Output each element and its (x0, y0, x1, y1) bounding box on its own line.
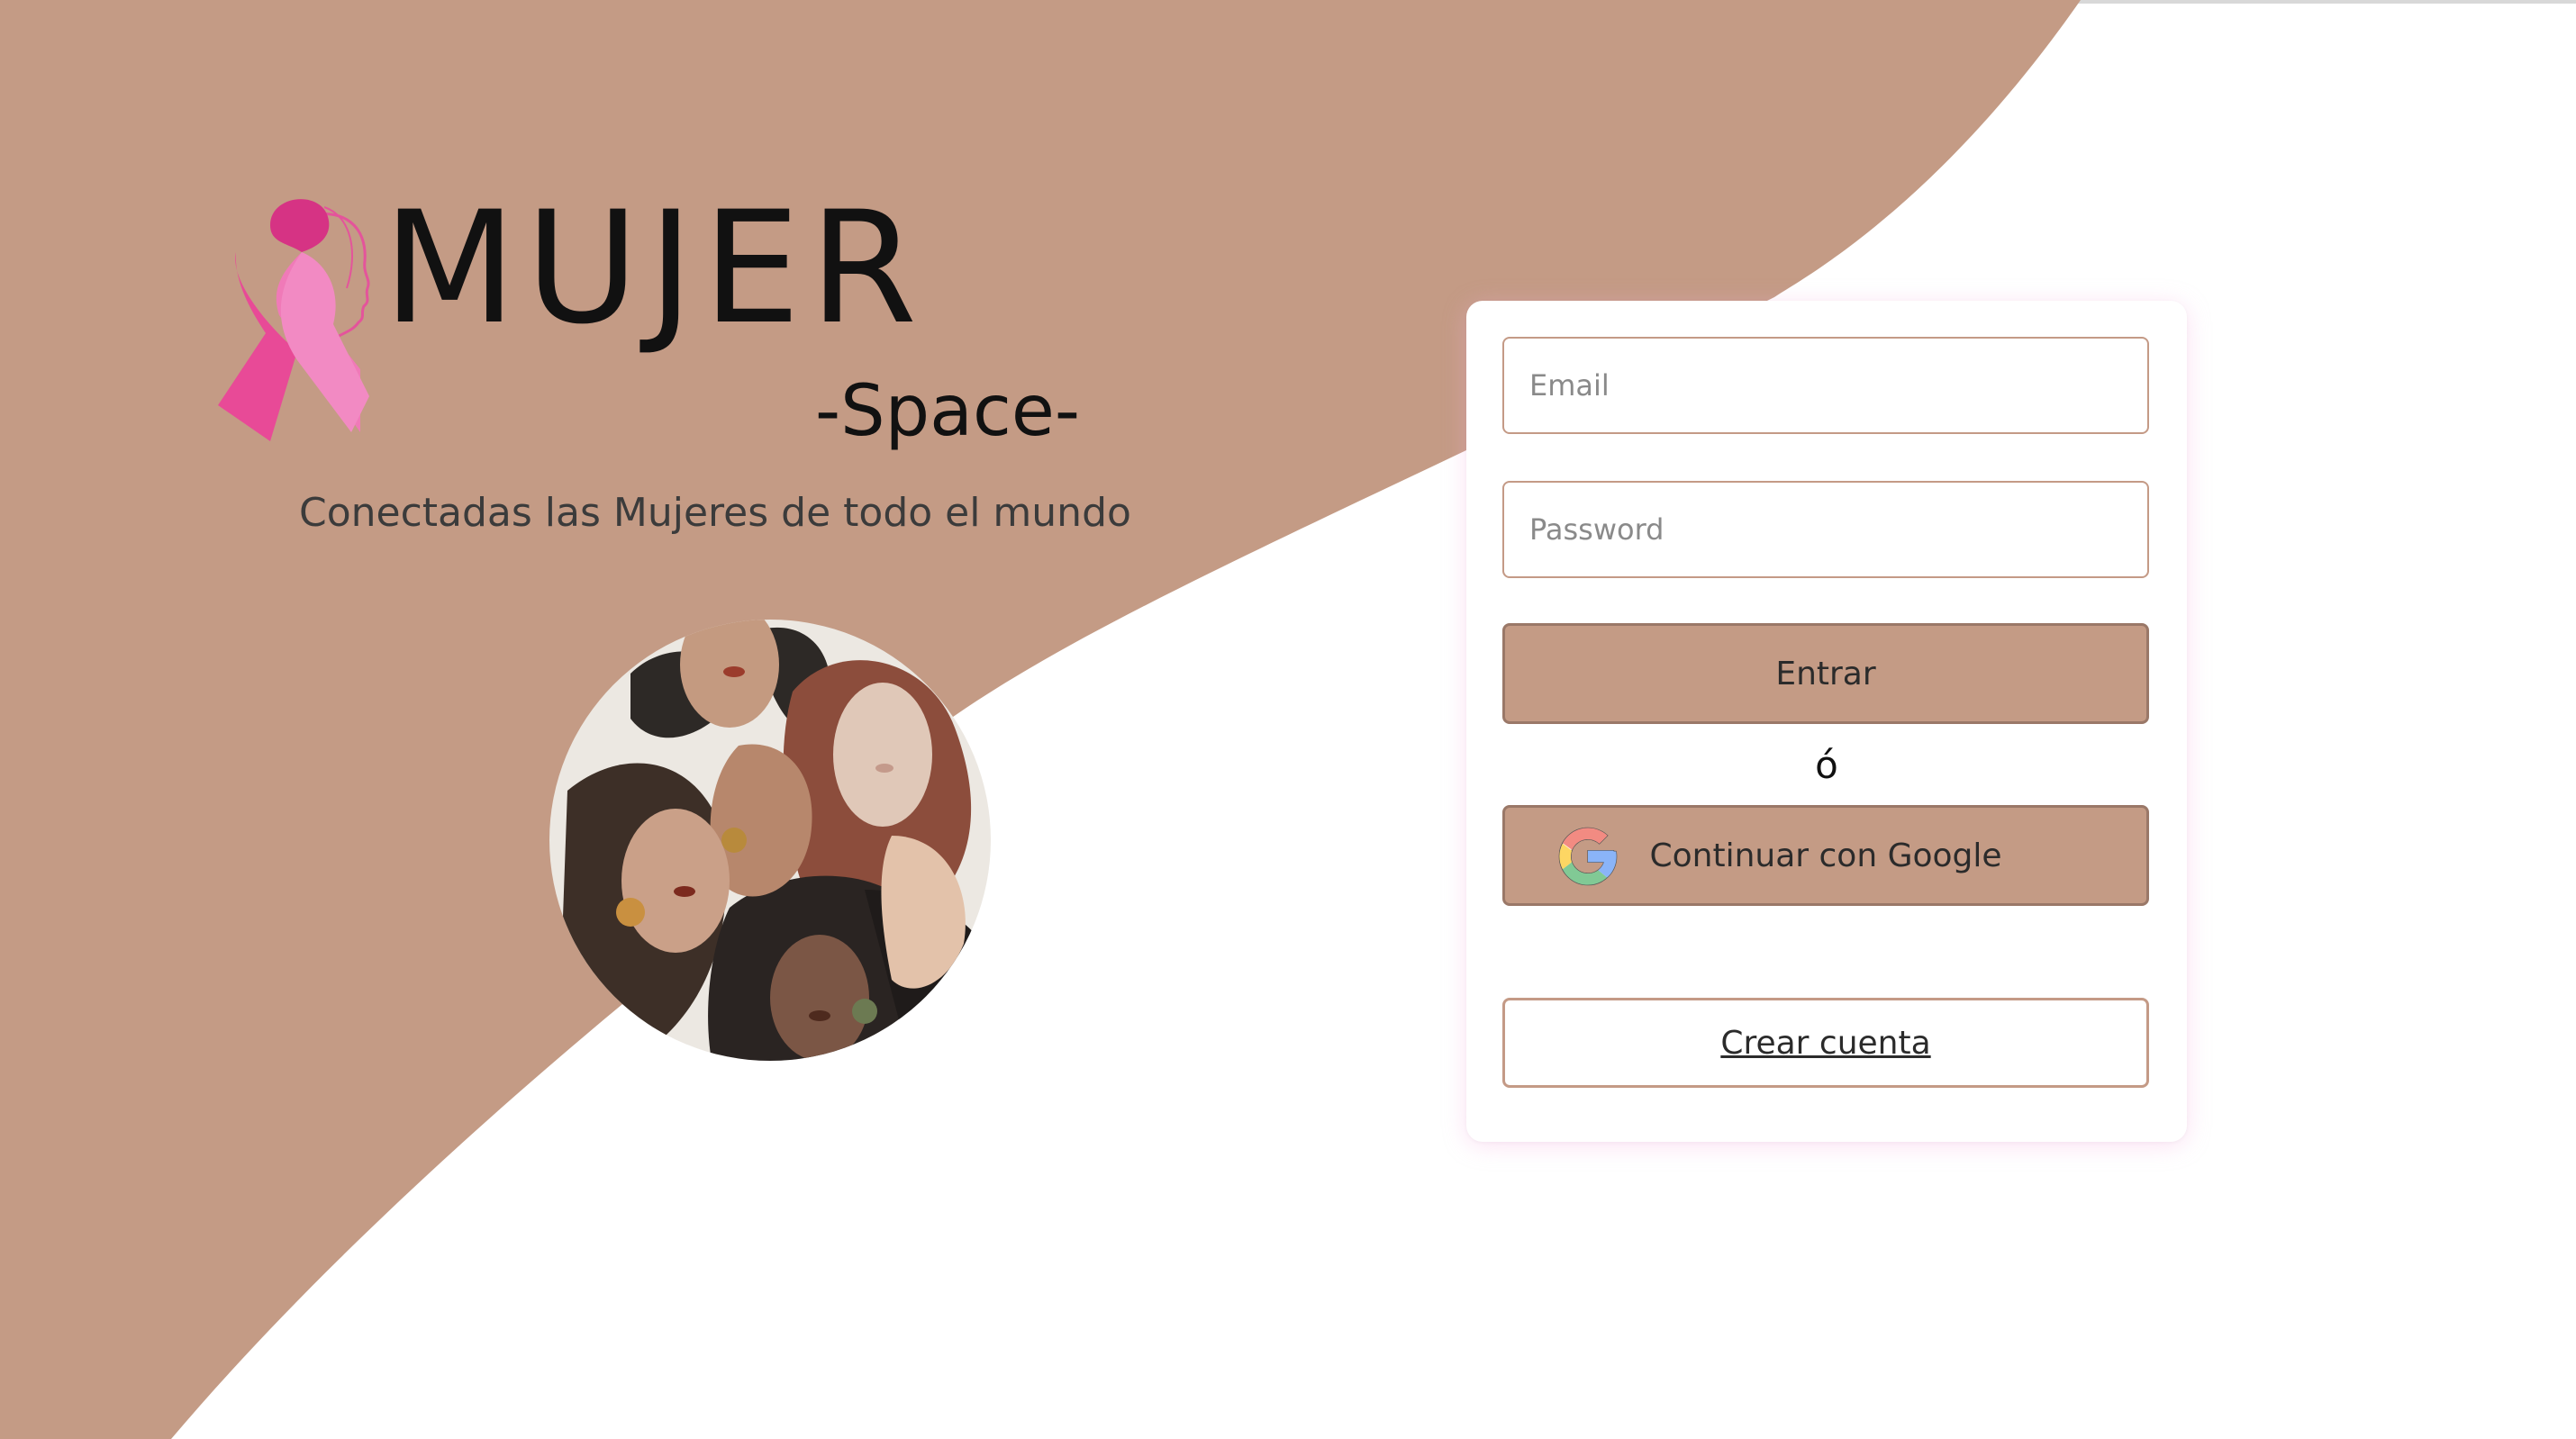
brand-title: MUJER (383, 177, 927, 358)
login-page: MUJER -Space- Conectadas las Mujeres de … (0, 0, 2576, 1439)
brand-logo: MUJER -Space- (216, 177, 1207, 452)
email-field[interactable] (1502, 337, 2149, 434)
or-separator: ó (1815, 743, 1838, 787)
pink-ribbon-icon (218, 199, 370, 441)
login-card: Entrar ó Continuar con Google Crear cuen… (1466, 301, 2187, 1142)
create-account-button[interactable]: Crear cuenta (1502, 998, 2149, 1088)
google-login-label: Continuar con Google (1649, 837, 2002, 874)
password-field[interactable] (1502, 481, 2149, 578)
brand-subtitle: -Space- (815, 371, 1080, 452)
google-login-button[interactable]: Continuar con Google (1502, 805, 2149, 906)
login-button[interactable]: Entrar (1502, 623, 2149, 724)
women-illustration (549, 620, 991, 1061)
google-icon (1558, 827, 1618, 886)
diverse-women-faces-illustration (549, 620, 991, 1061)
tagline: Conectadas las Mujeres de todo el mundo (299, 490, 1131, 536)
